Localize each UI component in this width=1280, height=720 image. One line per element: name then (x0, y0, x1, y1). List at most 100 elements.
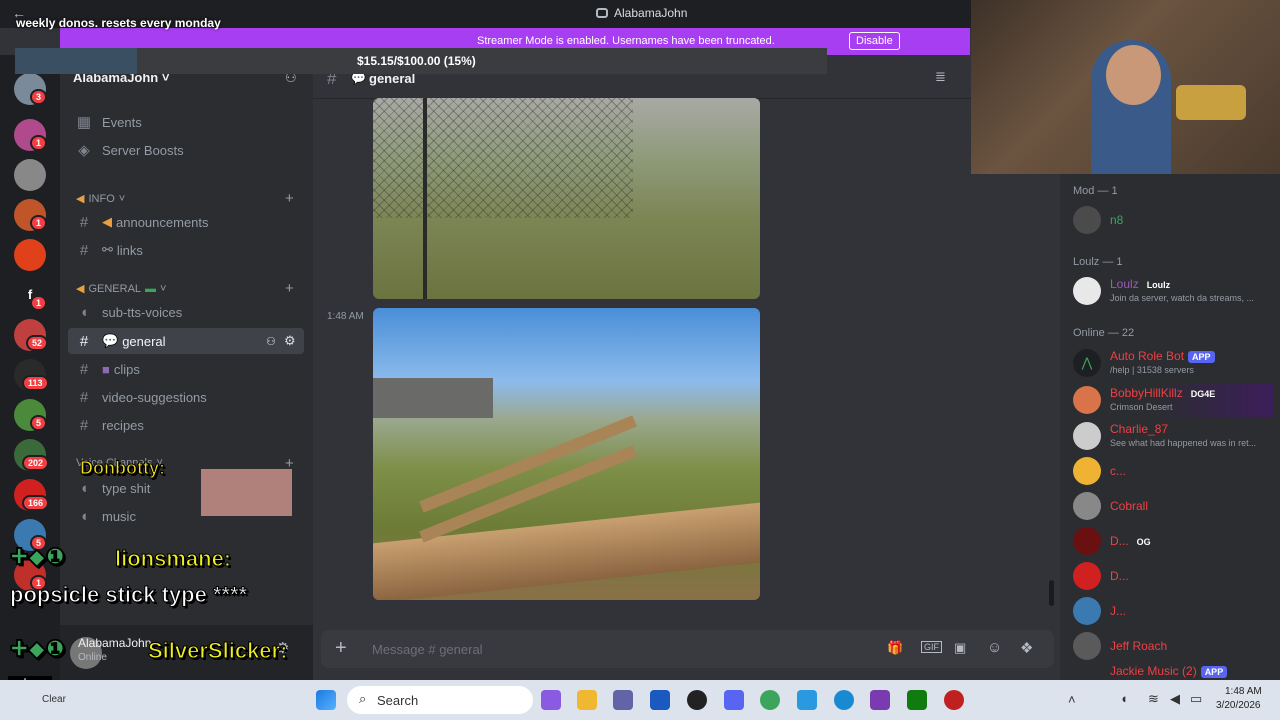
member-item[interactable]: J... (1073, 594, 1273, 628)
battery-icon[interactable]: ▭ (1190, 691, 1202, 707)
disable-button[interactable]: Disable (849, 32, 900, 50)
app-icon[interactable] (797, 690, 817, 710)
dono-goal-bar: $15.15/$100.00 (15%) (15, 48, 827, 74)
server-icon[interactable] (14, 239, 46, 271)
scrollbar[interactable] (1049, 580, 1054, 606)
copilot-icon[interactable] (541, 690, 561, 710)
weather-label: Clear (42, 694, 66, 705)
channel-clips[interactable]: # ■ clips (68, 356, 304, 382)
folder-icon[interactable] (577, 690, 597, 710)
app-icon[interactable] (870, 690, 890, 710)
chrome-icon[interactable] (760, 690, 780, 710)
member-item[interactable]: BobbyHillKillz DG4E Crimson Desert (1073, 383, 1273, 417)
teams-icon[interactable] (613, 690, 633, 710)
member-name: BobbyHillKillz (1110, 386, 1183, 400)
channel-label: general (122, 333, 166, 349)
member-item[interactable]: D... OG (1073, 524, 1273, 558)
invite-icon[interactable]: ⚇ (266, 335, 276, 348)
speaker-icon: ◖ (79, 479, 89, 497)
badge-icons: ✚◆❶ (9, 636, 66, 662)
channel-video-suggestions[interactable]: # video-suggestions (68, 384, 304, 410)
channel-label: recipes (102, 417, 144, 433)
hash-icon: # (79, 332, 89, 350)
channel-sub-tts-voices[interactable]: ◖ sub-tts-voices (68, 299, 304, 325)
member-tag: DG4E (1190, 389, 1216, 399)
create-channel-icon[interactable]: + (285, 190, 294, 207)
emoji-icon[interactable]: ☺ (987, 639, 1002, 656)
edge-icon[interactable] (834, 690, 854, 710)
flag-icon: ▬ (145, 282, 157, 295)
gift-icon[interactable]: 🎁 (887, 640, 903, 656)
channel-general[interactable]: # 💬 general ⚇ ⚙ (68, 328, 304, 354)
channel-label: announcements (116, 214, 209, 230)
taskbar-search[interactable]: ⌕ Search (347, 686, 533, 714)
member-item[interactable]: ⋀ Auto Role Bot APP/help | 31538 servers (1073, 346, 1273, 380)
chevron-up-icon[interactable]: ˄ (1068, 692, 1076, 707)
server-icon[interactable] (14, 159, 46, 191)
sticker-icon[interactable]: ▣ (954, 640, 966, 656)
discord-logo-icon (596, 8, 608, 18)
member-item[interactable]: c... (1073, 454, 1273, 488)
chain-link-fence (373, 98, 633, 218)
megaphone-icon: ◀ (76, 193, 85, 205)
member-item[interactable]: Loulz Loulz Join da server, watch da strea… (1073, 274, 1273, 308)
store-icon[interactable] (650, 690, 670, 710)
category-general[interactable]: ◀ GENERAL ▬ ˅ (76, 282, 167, 296)
mention-badge: 1 (30, 135, 48, 151)
app-icon[interactable] (944, 690, 964, 710)
chevron-down-icon: ˅ (160, 282, 167, 295)
start-icon[interactable] (316, 690, 336, 710)
gear-icon[interactable]: ⚙ (284, 333, 296, 349)
member-name: Auto Role Bot (1110, 349, 1185, 363)
gif-icon[interactable]: GIF (921, 641, 942, 653)
apps-icon[interactable]: ❖ (1020, 639, 1033, 657)
mention-badge: 202 (22, 455, 50, 471)
xbox-icon[interactable] (907, 690, 927, 710)
discord-icon[interactable] (724, 690, 744, 710)
clock-time[interactable]: 1:48 AM (1225, 686, 1262, 697)
member-list: Mod — 1 n8 Loulz — 1 Loulz Loulz Join da s… (1060, 174, 1280, 680)
member-item[interactable]: n8 (1073, 203, 1273, 237)
events-item[interactable]: ▦ Events (68, 109, 304, 135)
member-group-header: Mod — 1 (1073, 185, 1118, 197)
channel-recipes[interactable]: # recipes (68, 412, 304, 438)
boost-icon: ◈ (78, 142, 90, 159)
create-channel-icon[interactable]: + (285, 280, 294, 297)
member-item[interactable]: Charlie_87 See what had happened was in r… (1073, 419, 1273, 453)
member-item[interactable]: D... (1073, 559, 1273, 593)
events-label: Events (102, 114, 142, 130)
message-image[interactable] (373, 98, 760, 299)
fence-rail (373, 502, 760, 600)
obs-icon[interactable] (687, 690, 707, 710)
member-item[interactable]: Jeff Roach (1073, 629, 1273, 663)
mic-icon[interactable]: ◖ (1120, 691, 1128, 706)
hash-icon: # (79, 416, 89, 434)
window-title-text: AlabamaJohn (614, 6, 688, 20)
threads-icon[interactable]: ≣ (935, 69, 946, 85)
mention-badge: 52 (26, 335, 49, 351)
message-timestamp: 1:48 AM (327, 311, 364, 322)
member-name: Jackie Music (2) (1110, 664, 1197, 678)
channel-links[interactable]: # ⚯ links (68, 237, 304, 263)
member-name: Loulz (1110, 277, 1139, 291)
wifi-icon[interactable]: ≋ (1148, 691, 1159, 707)
clock-date[interactable]: 3/20/2026 (1216, 700, 1261, 711)
add-attachment-icon[interactable]: + (335, 637, 347, 660)
volume-icon[interactable]: ◀ (1170, 691, 1180, 707)
avatar (1073, 597, 1101, 625)
member-item[interactable]: Cobrall (1073, 489, 1273, 523)
mention-badge: 166 (22, 495, 50, 511)
member-tag: OG (1136, 537, 1151, 547)
member-item[interactable]: Jackie Music (2) APP (1073, 662, 1273, 680)
member-name: c... (1110, 464, 1127, 478)
member-status: Crimson Desert (1110, 402, 1173, 412)
channel-announcements[interactable]: # ◀ announcements (68, 209, 304, 235)
message-image[interactable] (373, 308, 760, 600)
message-input[interactable]: Message # general (372, 642, 483, 657)
windows-taskbar: Clear ⌕ Search ˄ ◖ ≋ ◀ ▭ 1:48 AM 3/20/20… (0, 680, 1280, 720)
category-info[interactable]: ◀ INFO ˅ (76, 192, 125, 206)
avatar (1073, 206, 1101, 234)
server-boosts-item[interactable]: ◈ Server Boosts (68, 137, 304, 163)
hash-icon: # (79, 360, 89, 378)
dono-goal-label: $15.15/$100.00 (15%) (357, 54, 476, 68)
